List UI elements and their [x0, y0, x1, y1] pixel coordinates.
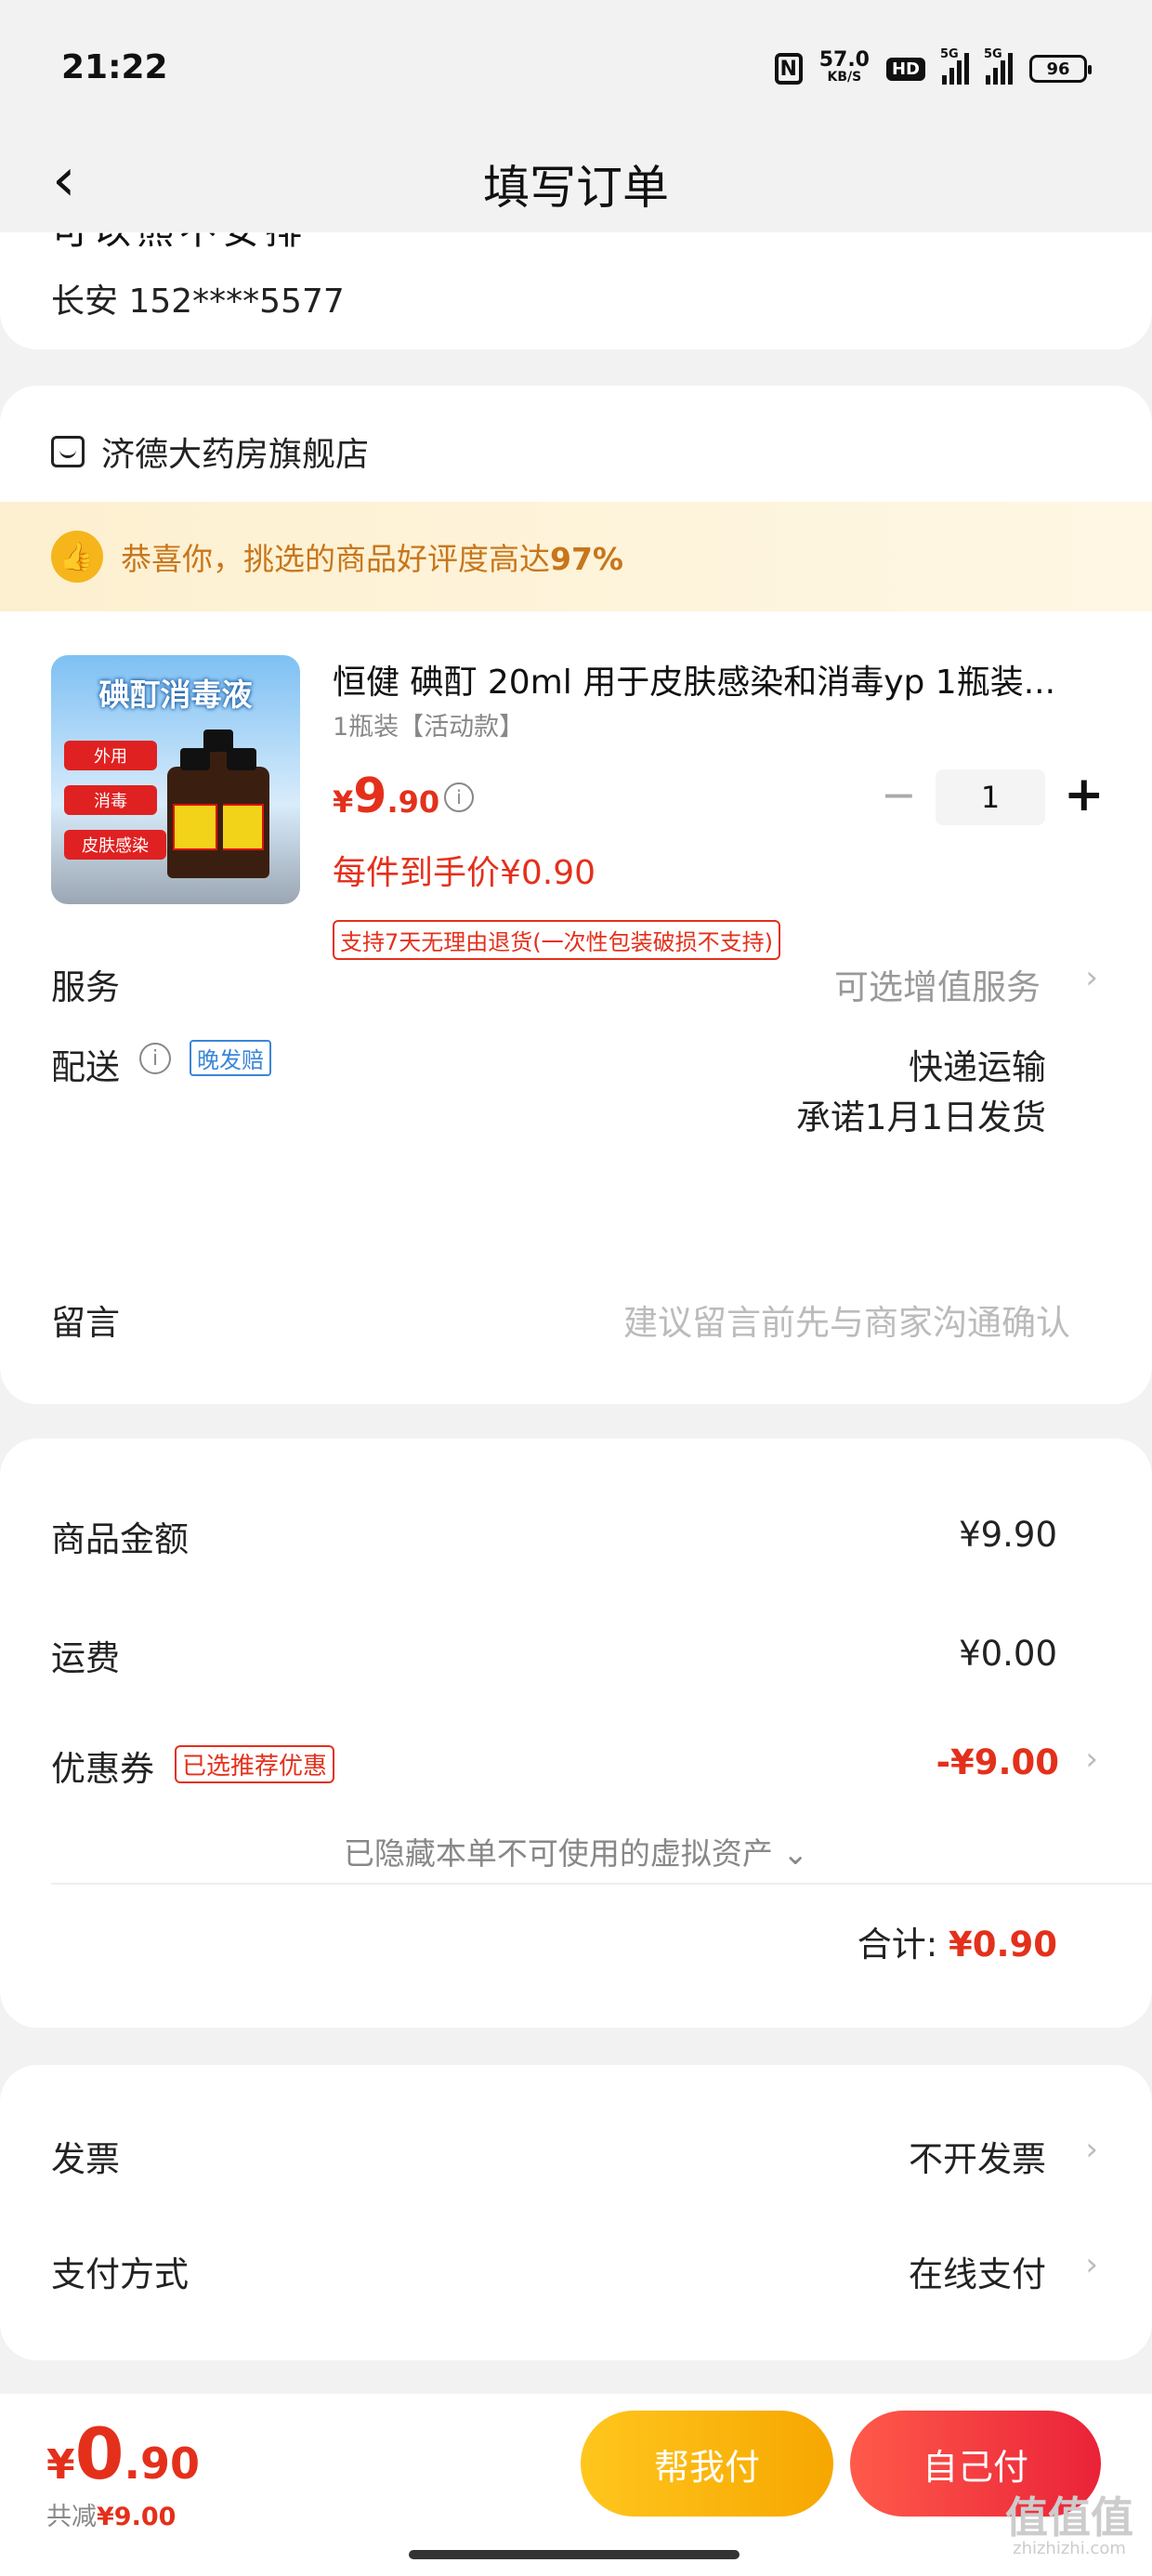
product-sku[interactable]: 1瓶装【活动款】	[333, 706, 524, 743]
site-watermark: 值值值 zhizhizhi.com	[1005, 2496, 1133, 2559]
bottle-graphic	[167, 748, 223, 878]
payment-value[interactable]: 在线支付	[909, 2246, 1046, 2296]
shop-name: 济德大药房旗舰店	[101, 436, 370, 474]
price-decimal: .90	[386, 784, 440, 820]
goods-amount-label: 商品金额	[51, 1519, 189, 1559]
total-value: ¥0.90	[948, 1925, 1057, 1965]
checkout-bar: ¥0.90 共减¥9.00 帮我付 自己付 值值值 zhizhizhi.com	[0, 2394, 1152, 2576]
product-image-banner: 碘酊消毒液	[98, 677, 253, 713]
product-price: ¥9.90	[333, 769, 439, 824]
service-label: 服务	[51, 967, 120, 1007]
status-time: 21:22	[61, 48, 168, 86]
bottom-price-integer: 0	[74, 2412, 124, 2495]
signal-label-1: 5G	[940, 47, 959, 61]
hand-price: 每件到手价¥0.90	[333, 854, 596, 892]
bottom-currency: ¥	[46, 2441, 75, 2489]
network-speed-unit: KB/S	[827, 70, 862, 85]
invoice-chevron-icon[interactable]: ›	[1085, 2131, 1098, 2168]
product-title[interactable]: 恒健 碘酊 20ml 用于皮肤感染和消毒yp 1瓶装...	[333, 655, 1094, 703]
status-bar: 21:22 N 57.0 KB/S HD 5G 5G 96	[0, 0, 1152, 130]
total-label: 合计:	[857, 1925, 938, 1965]
saved-value: ¥9.00	[97, 2503, 177, 2531]
quantity-increase-button[interactable]: +	[1064, 769, 1105, 821]
page-title: 填写订单	[483, 161, 669, 215]
payment-chevron-icon[interactable]: ›	[1085, 2246, 1098, 2283]
hd-icon: HD	[885, 57, 925, 81]
order-page: 21:22 N 57.0 KB/S HD 5G 5G 96 可以熊不安排 长安 …	[0, 0, 1152, 2576]
invoice-value[interactable]: 不开发票	[909, 2131, 1046, 2181]
invoice-card: 发票 不开发票 › 支付方式 在线支付 ›	[0, 2065, 1152, 2360]
shipping-value: ¥0.00	[959, 1634, 1057, 1674]
page-header: ‹ 填写订单	[0, 130, 1152, 232]
coupon-chevron-icon[interactable]: ›	[1085, 1741, 1098, 1778]
status-icons: N 57.0 KB/S HD 5G 5G 96	[774, 47, 1092, 89]
home-indicator[interactable]	[409, 2550, 740, 2559]
battery-icon: 96	[1029, 55, 1092, 83]
saved-amount: 共减¥9.00	[46, 2496, 176, 2532]
price-info-icon[interactable]: i	[444, 782, 474, 812]
praise-text: 恭喜你，挑选的商品好评度高达97%	[121, 534, 623, 579]
coupon-label[interactable]: 优惠券	[51, 1741, 154, 1791]
signal-icon-2: 5G	[984, 47, 1013, 85]
price-integer: 9	[353, 769, 387, 824]
price-currency: ¥	[333, 784, 354, 820]
total-row: 合计: ¥0.90	[857, 1916, 1057, 1966]
coupon-tag: 已选推荐优惠	[175, 1745, 335, 1783]
product-image-tag: 消毒	[64, 785, 157, 815]
shop-card: 济德大药房旗舰店 👍 恭喜你，挑选的商品好评度高达97% 碘酊消毒液 外用 消毒…	[0, 386, 1152, 1404]
thumbs-up-icon: 👍	[51, 531, 103, 583]
watermark-logo: 值值值	[1005, 2492, 1133, 2543]
network-speed-value: 57.0	[818, 48, 870, 72]
invoice-label: 发票	[51, 2139, 120, 2179]
signal-icon-1: 5G	[940, 47, 969, 85]
product-image-tag: 外用	[64, 741, 157, 770]
payment-label: 支付方式	[51, 2254, 189, 2294]
delivery-promise: 承诺1月1日发货	[795, 1097, 1046, 1137]
coupon-value[interactable]: -¥9.00	[936, 1742, 1059, 1782]
store-icon	[51, 436, 85, 467]
product-image-tag: 皮肤感染	[64, 830, 166, 860]
watermark-url: zhizhizhi.com	[1013, 2539, 1126, 2558]
praise-prefix: 恭喜你，挑选的商品好评度高达	[121, 541, 550, 577]
quantity-decrease-button[interactable]: −	[881, 773, 917, 816]
cost-card: 商品金额 ¥9.90 运费 ¥0.00 优惠券 已选推荐优惠 -¥9.00 › …	[0, 1439, 1152, 2028]
service-chevron-icon[interactable]: ›	[1085, 959, 1098, 996]
product-image[interactable]: 碘酊消毒液 外用 消毒 皮肤感染	[51, 655, 300, 904]
nfc-icon: N	[774, 53, 803, 85]
message-input[interactable]: 建议留言前先与商家沟通确认	[623, 1295, 1070, 1345]
recipient-name-phone: 长安 152****5577	[51, 283, 345, 321]
goods-amount-value: ¥9.90	[959, 1515, 1057, 1555]
delivery-tag: 晚发赔	[190, 1040, 271, 1076]
signal-label-2: 5G	[984, 47, 1002, 61]
service-value[interactable]: 可选增值服务	[834, 959, 1041, 1009]
delivery-info-icon[interactable]: i	[139, 1043, 171, 1074]
praise-value: 97%	[550, 541, 623, 577]
bottom-total-price: ¥0.90	[46, 2412, 200, 2495]
message-label: 留言	[51, 1303, 120, 1343]
praise-banner: 👍 恭喜你，挑选的商品好评度高达97%	[0, 502, 1152, 611]
delivery-label: 配送	[51, 1047, 120, 1087]
return-policy-tag: 支持7天无理由退货(一次性包装破损不支持)	[333, 920, 780, 960]
divider	[51, 1883, 1152, 1885]
shop-header[interactable]: 济德大药房旗舰店	[51, 427, 369, 476]
quantity-input[interactable]: 1	[936, 769, 1045, 825]
delivery-method: 快递运输	[909, 1047, 1046, 1087]
network-speed: 57.0 KB/S	[818, 48, 870, 85]
help-pay-button[interactable]: 帮我付	[581, 2411, 833, 2517]
shipping-label: 运费	[51, 1638, 120, 1678]
bottom-price-decimal: .90	[124, 2438, 201, 2489]
saved-prefix: 共减	[46, 2503, 97, 2531]
hidden-assets-toggle[interactable]: 已隐藏本单不可使用的虚拟资产 ⌄	[0, 1829, 1152, 1873]
